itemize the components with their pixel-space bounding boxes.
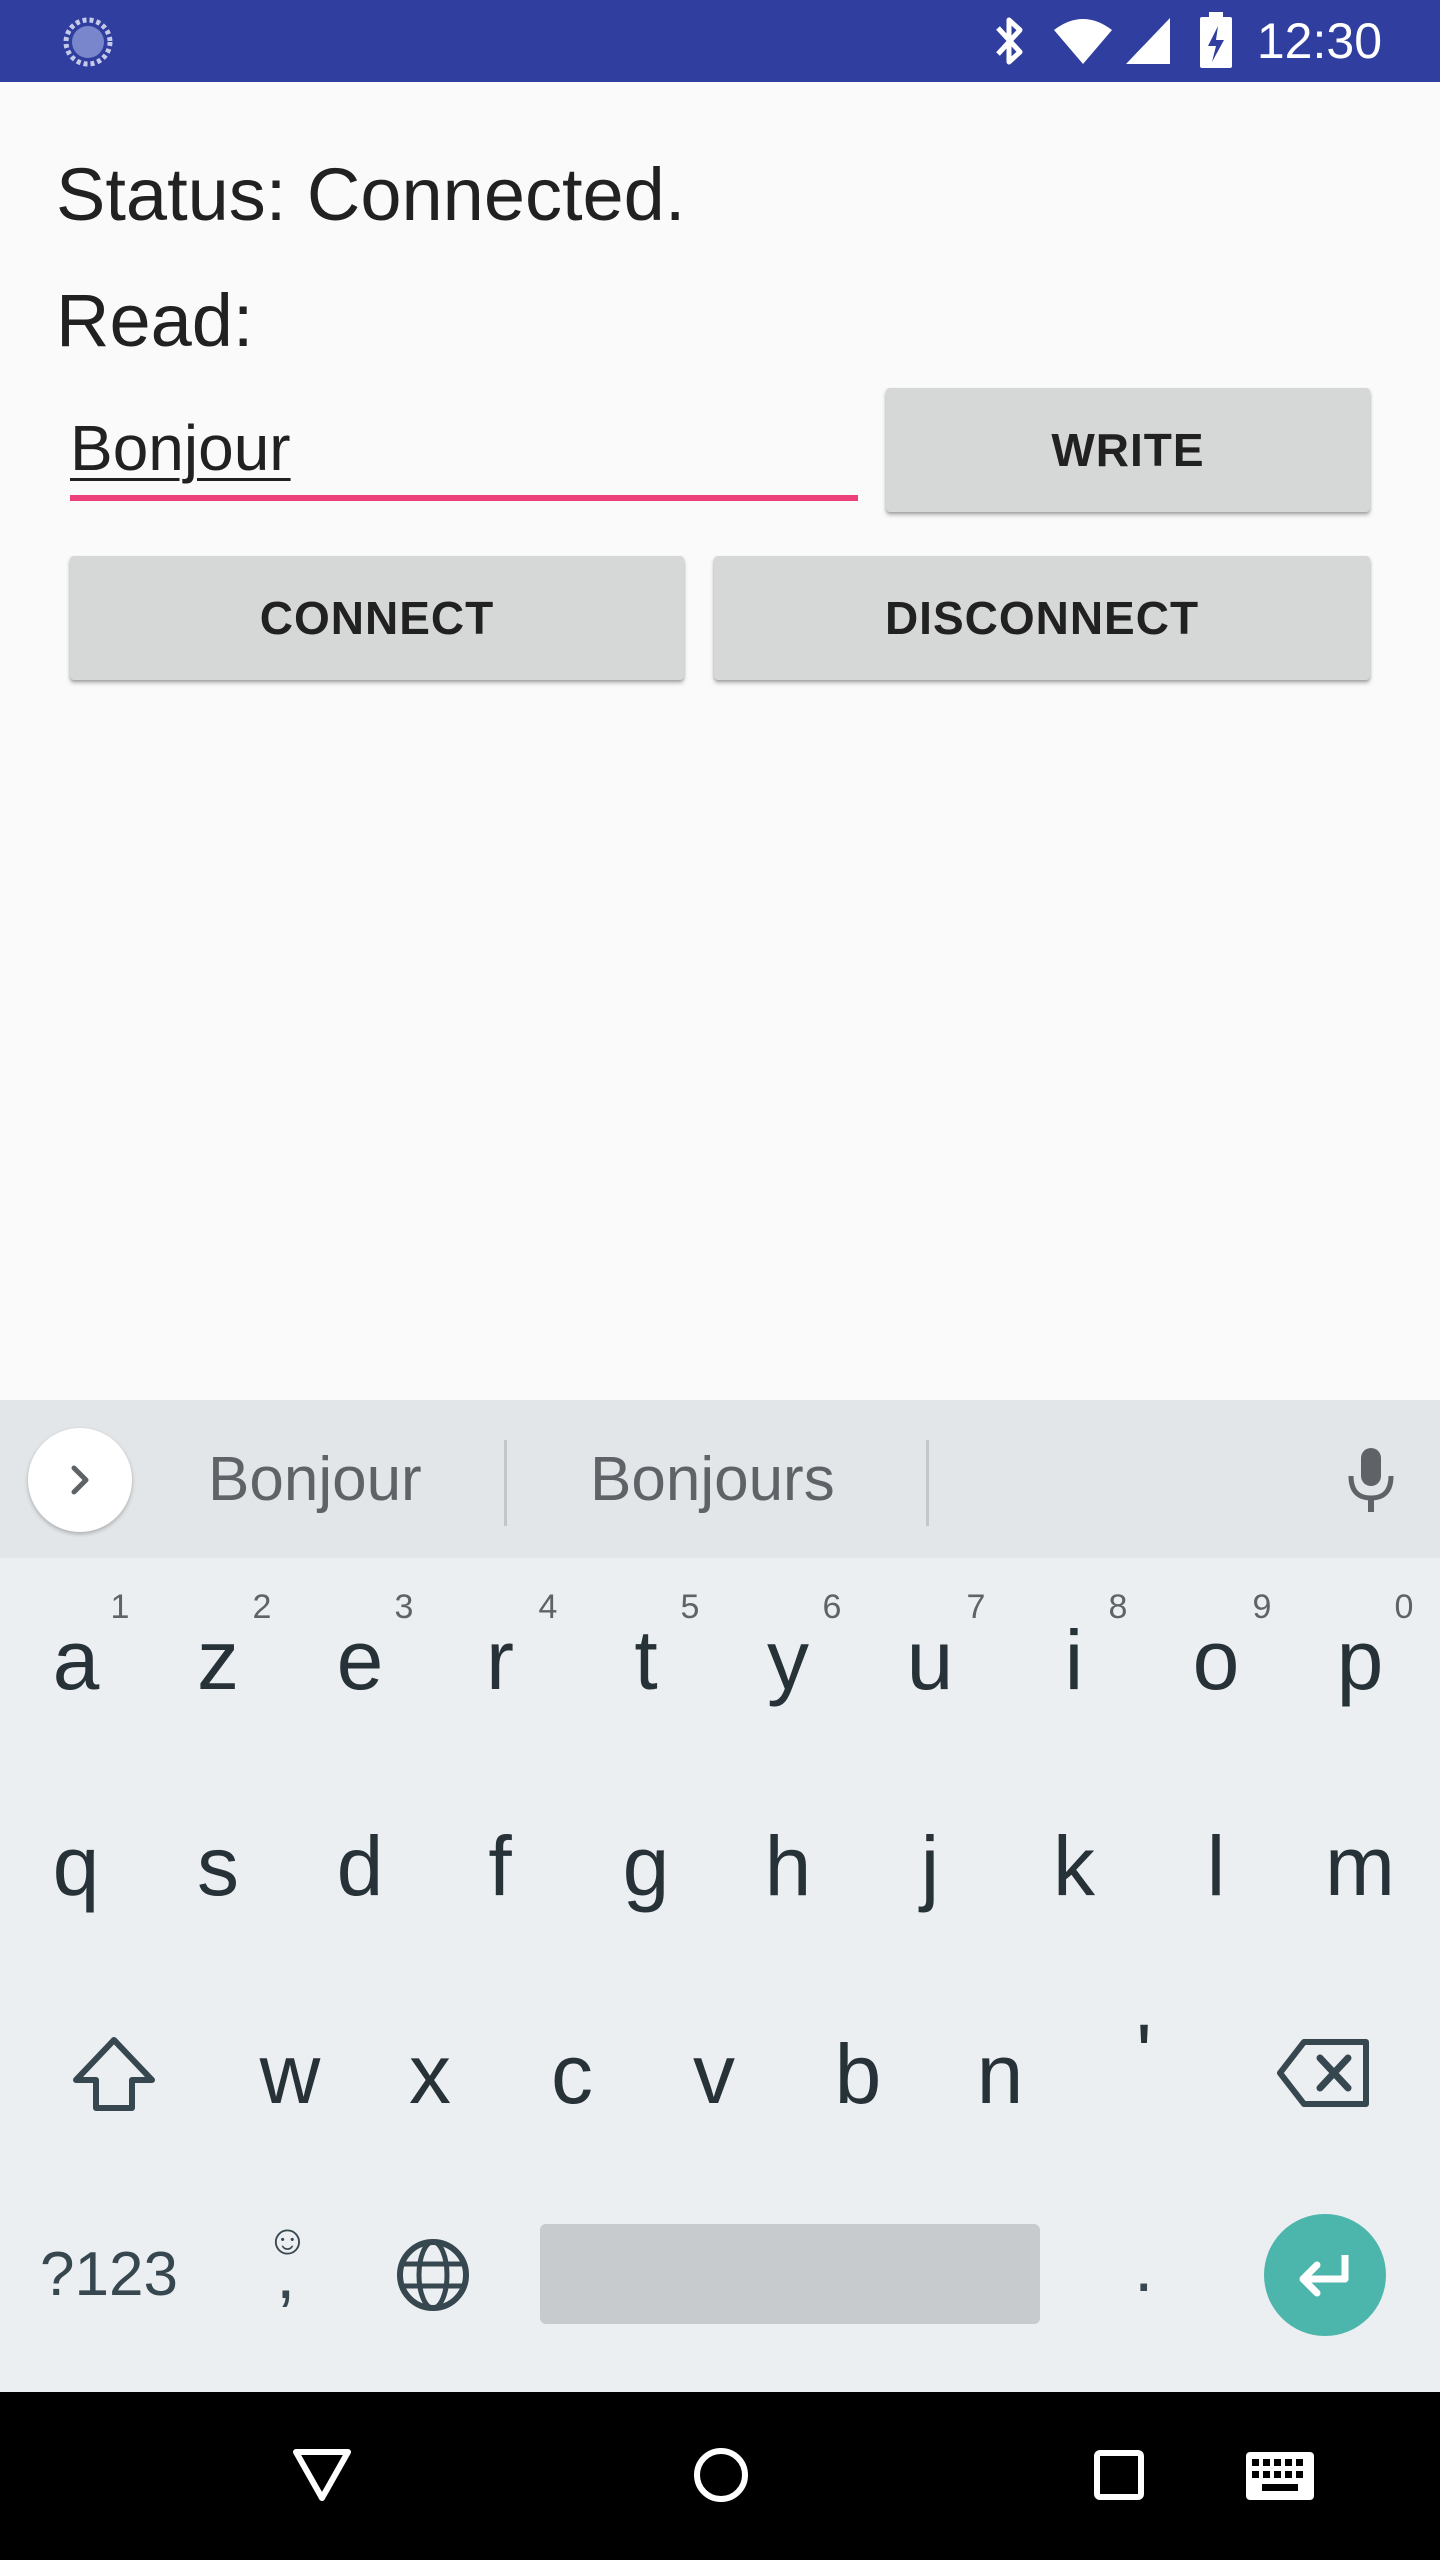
shift-icon[interactable]	[70, 2034, 158, 2119]
key-hint: 9	[1252, 1588, 1272, 1626]
key-c[interactable]: c	[522, 2014, 622, 2134]
space-bar[interactable]	[540, 2224, 1040, 2324]
write-button[interactable]: WRITE	[886, 388, 1370, 512]
suggestion-1[interactable]: Bonjour	[208, 1440, 422, 1520]
backspace-icon[interactable]	[1276, 2038, 1372, 2113]
wifi-icon	[1052, 16, 1114, 71]
expand-chevron-icon[interactable]	[28, 1428, 132, 1532]
key-s[interactable]: s	[168, 1806, 268, 1926]
key-hint: 6	[822, 1588, 842, 1626]
back-icon[interactable]	[290, 2446, 354, 2509]
key-j[interactable]: j	[880, 1806, 980, 1926]
globe-icon[interactable]	[394, 2236, 472, 2319]
mic-icon[interactable]	[1344, 1446, 1398, 1521]
suggestion-divider	[926, 1440, 929, 1526]
suggestion-divider	[504, 1440, 507, 1526]
key-hint: 5	[680, 1588, 700, 1626]
home-icon[interactable]	[692, 2446, 750, 2509]
battery-charging-icon	[1198, 12, 1234, 75]
signal-icon	[1124, 16, 1172, 71]
key-hint: 4	[538, 1588, 558, 1626]
status-text: Status: Connected.	[56, 153, 686, 236]
key-hint: 7	[966, 1588, 986, 1626]
comma-key[interactable]: ,	[276, 2234, 295, 2314]
key-g[interactable]: g	[596, 1806, 696, 1926]
keyboard-switch-icon[interactable]	[1244, 2450, 1316, 2507]
suggestion-2[interactable]: Bonjours	[590, 1440, 835, 1520]
key-hint: 3	[394, 1588, 414, 1626]
key-m[interactable]: m	[1310, 1806, 1410, 1926]
key-d[interactable]: d	[310, 1806, 410, 1926]
enter-icon	[1299, 2255, 1349, 2297]
key-w[interactable]: w	[240, 2014, 340, 2134]
period-key[interactable]: .	[1134, 2222, 1153, 2312]
key-q[interactable]: q	[26, 1806, 126, 1926]
message-input[interactable]: Bonjour	[70, 400, 291, 496]
key-f[interactable]: f	[450, 1806, 550, 1926]
read-label: Read:	[56, 279, 254, 362]
key-l[interactable]: l	[1166, 1806, 1266, 1926]
symbols-key[interactable]: ?123	[40, 2230, 178, 2320]
key-apostrophe[interactable]: '	[1094, 1994, 1194, 2114]
bluetooth-icon	[992, 14, 1028, 73]
key-hint: 1	[110, 1588, 130, 1626]
recents-icon[interactable]	[1092, 2448, 1146, 2507]
key-hint: 8	[1108, 1588, 1128, 1626]
disconnect-button[interactable]: DISCONNECT	[714, 556, 1370, 680]
key-hint: 0	[1394, 1588, 1414, 1626]
status-time: 12:30	[1256, 13, 1382, 69]
key-k[interactable]: k	[1024, 1806, 1124, 1926]
key-b[interactable]: b	[808, 2014, 908, 2134]
connect-button[interactable]: CONNECT	[70, 556, 684, 680]
input-underline	[70, 495, 858, 501]
sync-icon	[62, 16, 114, 73]
key-x[interactable]: x	[380, 2014, 480, 2134]
key-v[interactable]: v	[664, 2014, 764, 2134]
key-h[interactable]: h	[738, 1806, 838, 1926]
key-hint: 2	[252, 1588, 272, 1626]
enter-key[interactable]	[1264, 2214, 1386, 2336]
key-n[interactable]: n	[950, 2014, 1050, 2134]
